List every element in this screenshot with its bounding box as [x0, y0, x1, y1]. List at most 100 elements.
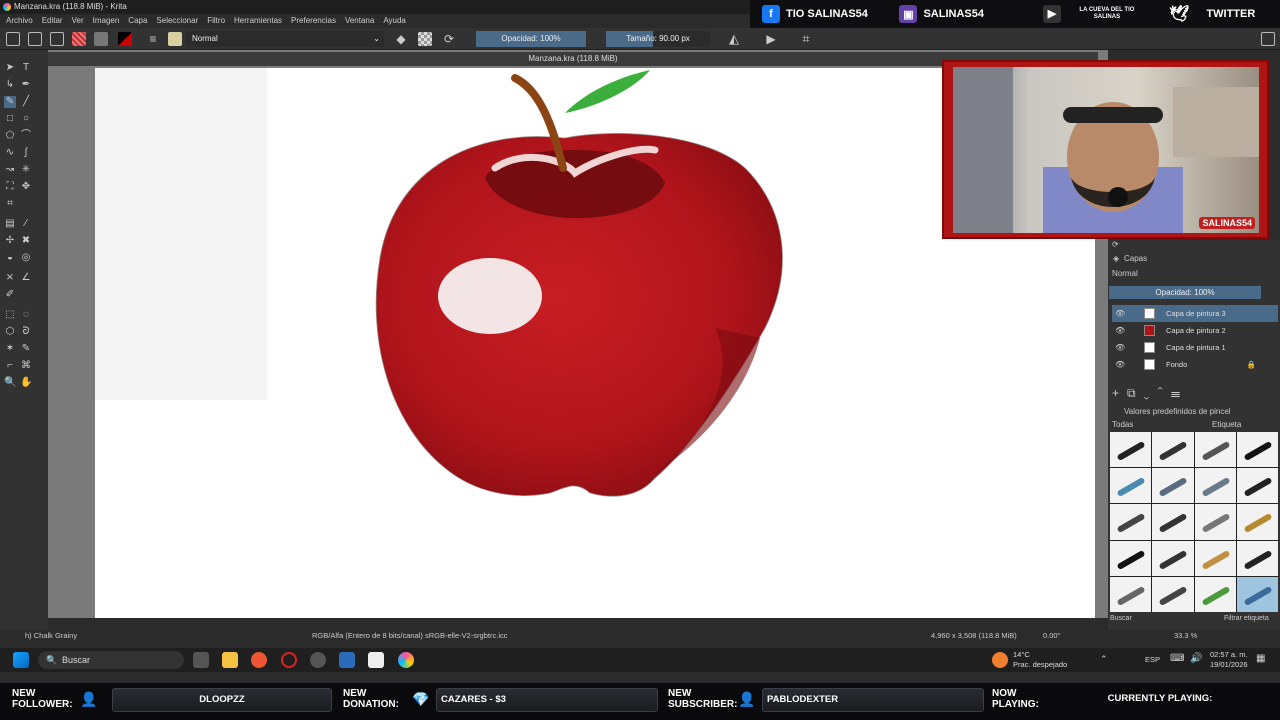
new-document-icon[interactable] — [6, 32, 20, 46]
freehand-path-icon[interactable]: ʃ — [20, 147, 32, 159]
save-document-icon[interactable] — [50, 32, 64, 46]
brush-preset[interactable] — [1152, 576, 1194, 612]
open-document-icon[interactable] — [28, 32, 42, 46]
ellipse-select-icon[interactable]: ◌ — [20, 309, 32, 321]
menu-seleccionar[interactable]: Seleccionar — [156, 14, 198, 28]
brush-preset[interactable] — [1110, 432, 1152, 468]
pan-tool-icon[interactable]: ✋ — [20, 377, 32, 389]
opera-icon[interactable] — [281, 652, 297, 668]
add-layer-icon[interactable]: + — [1112, 386, 1127, 400]
krita-taskbar-icon[interactable] — [398, 652, 414, 668]
mirror-horizontal-icon[interactable]: ◭ — [727, 32, 741, 46]
document-tab[interactable]: Manzana.kra (118.8 MiB) — [48, 52, 1098, 66]
ellipse-tool-icon[interactable]: ○ — [20, 113, 32, 125]
brush-preset[interactable] — [1236, 540, 1278, 576]
size-slider[interactable]: Tamaño: 90.00 px — [606, 31, 710, 47]
workspace-icon[interactable] — [1261, 32, 1275, 46]
menu-preferencias[interactable]: Preferencias — [291, 14, 336, 28]
volume-icon[interactable]: 🔊 — [1190, 653, 1202, 664]
visibility-icon[interactable]: 👁 — [1115, 305, 1125, 322]
file-explorer-icon[interactable] — [222, 652, 238, 668]
brush-preset[interactable] — [1152, 432, 1194, 468]
crop-tool-icon[interactable]: ⌗ — [4, 198, 16, 210]
color-swatch-icon[interactable] — [118, 32, 132, 46]
brush-preset[interactable] — [1110, 468, 1152, 504]
multibrush-icon[interactable]: ✳ — [20, 164, 32, 176]
brush-preset[interactable] — [1194, 576, 1236, 612]
rect-select-icon[interactable]: ⬚ — [4, 309, 16, 321]
language-indicator[interactable]: ESP — [1145, 655, 1160, 664]
brush-preset-icon[interactable] — [168, 32, 182, 46]
brush-preset[interactable] — [1194, 504, 1236, 540]
zoom-tool-icon[interactable]: 🔍 — [4, 377, 16, 389]
move-up-icon[interactable]: ⌃ — [1157, 386, 1171, 400]
colorize-mask-icon[interactable]: ✢ — [4, 235, 16, 247]
chrome-icon[interactable] — [310, 652, 326, 668]
clock-date[interactable]: 19/01/2026 — [1210, 660, 1248, 669]
layer-opacity-slider[interactable]: Opacidad: 100% — [1109, 286, 1261, 299]
color-picker-icon[interactable]: ⁄ — [20, 218, 32, 230]
clock-time[interactable]: 02:57 a. m. — [1210, 650, 1248, 659]
reference-tool-icon[interactable]: ✐ — [4, 289, 16, 301]
brush-search-input[interactable]: Buscar — [1110, 615, 1132, 622]
layer-props-icon[interactable]: ☰ — [1171, 386, 1188, 400]
brush-preset[interactable] — [1194, 468, 1236, 504]
gradient-tool-icon[interactable]: ▤ — [4, 218, 16, 230]
filter-tag-checkbox[interactable]: Filtrar etiqueta — [1224, 615, 1269, 622]
line-tool-icon[interactable]: ╱ — [20, 96, 32, 108]
mirror-vertical-icon[interactable]: ▶ — [764, 32, 778, 46]
brush-preset[interactable] — [1110, 504, 1152, 540]
brush-preset[interactable] — [1110, 576, 1152, 612]
brush-preset[interactable] — [1236, 432, 1278, 468]
opacity-slider[interactable]: Opacidad: 100% — [476, 31, 586, 47]
brush-preset[interactable] — [1152, 540, 1194, 576]
menu-archivo[interactable]: Archivo — [6, 14, 33, 28]
fill-tool-icon[interactable]: ◒ — [4, 252, 16, 264]
menu-ayuda[interactable]: Ayuda — [383, 14, 406, 28]
similar-select-icon[interactable]: ✎ — [20, 343, 32, 355]
chevron-up-icon[interactable]: ⌃ — [1100, 654, 1108, 665]
brush-preset-selected[interactable] — [1236, 576, 1278, 612]
layer-row[interactable]: 👁 Capa de pintura 1 — [1112, 339, 1278, 356]
visibility-icon[interactable]: 👁 — [1115, 356, 1125, 373]
brush-settings-icon[interactable]: ≡ — [146, 32, 160, 46]
refresh-icon[interactable]: ⟳ — [1112, 240, 1119, 249]
app-icon[interactable] — [251, 652, 267, 668]
select-tool-icon[interactable]: ➤ — [4, 62, 16, 74]
visibility-icon[interactable]: 👁 — [1115, 339, 1125, 356]
eraser-icon[interactable]: ◆ — [394, 32, 408, 46]
layer-row[interactable]: 👁 Fondo 🔒 — [1112, 356, 1278, 373]
dynamic-brush-icon[interactable]: ↝ — [4, 164, 16, 176]
assistant-tool-icon[interactable]: ⨯ — [4, 272, 16, 284]
brush-preset[interactable] — [1236, 468, 1278, 504]
brush-tool-icon[interactable]: ✎ — [4, 96, 16, 108]
gradient-icon[interactable] — [72, 32, 86, 46]
menu-editar[interactable]: Editar — [42, 14, 63, 28]
magnetic-select-icon[interactable]: ⌘ — [20, 360, 32, 372]
polyline-tool-icon[interactable]: ⌒ — [20, 130, 32, 142]
brush-filter-select[interactable]: Todas — [1112, 420, 1133, 429]
brush-preset[interactable] — [1236, 504, 1278, 540]
calligraphy-icon[interactable]: ✒ — [20, 79, 32, 91]
taskbar-search[interactable]: 🔍 Buscar — [38, 651, 184, 669]
task-view-icon[interactable] — [193, 652, 209, 668]
brush-tag-button[interactable]: Etiqueta — [1212, 420, 1241, 429]
brush-preset[interactable] — [1152, 468, 1194, 504]
smart-patch-icon[interactable]: ✖ — [20, 235, 32, 247]
layer-row[interactable]: 👁 Capa de pintura 2 — [1112, 322, 1278, 339]
menu-imagen[interactable]: Imagen — [93, 14, 120, 28]
freehand-select-icon[interactable]: ᘐ — [20, 326, 32, 338]
move-tool-icon[interactable]: ✥ — [20, 181, 32, 193]
visibility-icon[interactable]: 👁 — [1115, 322, 1125, 339]
brush-preset[interactable] — [1194, 432, 1236, 468]
menu-filtro[interactable]: Filtro — [207, 14, 225, 28]
menu-capa[interactable]: Capa — [128, 14, 147, 28]
stream-app-icon[interactable] — [368, 652, 384, 668]
text-tool-icon[interactable]: T — [20, 62, 32, 74]
brush-preset[interactable] — [1152, 504, 1194, 540]
preserve-alpha-icon[interactable] — [418, 32, 432, 46]
move-down-icon[interactable]: ⌄ — [1144, 386, 1158, 400]
windows-start-icon[interactable] — [13, 652, 29, 668]
crop-icon[interactable]: ⌗ — [799, 32, 813, 46]
rectangle-tool-icon[interactable]: □ — [4, 113, 16, 125]
